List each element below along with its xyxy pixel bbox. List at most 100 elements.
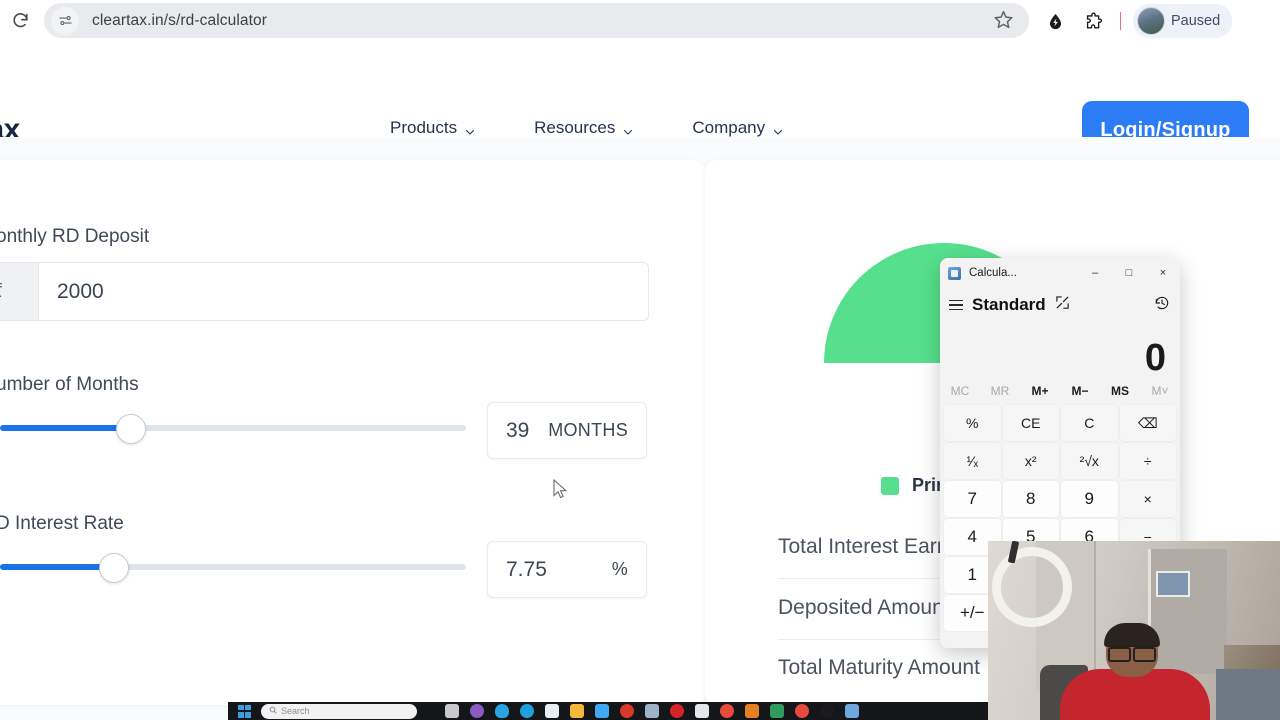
profile-status-label: Paused xyxy=(1171,13,1221,29)
site-header: tax Products Resources Company Lo xyxy=(0,41,1280,159)
windows-start-icon[interactable] xyxy=(238,704,251,718)
taskbar-notepad-icon[interactable] xyxy=(595,704,609,718)
memory-key-mdropdown[interactable]: M˅ xyxy=(1140,384,1180,398)
calculator-memory-row: MC MR M+ M− MS M˅ xyxy=(940,379,1180,403)
webcam-overlay xyxy=(988,541,1280,720)
taskbar-edge-icon[interactable] xyxy=(520,704,534,718)
slider-fill xyxy=(0,425,130,431)
key-8[interactable]: 8 xyxy=(1002,481,1059,517)
slider-thumb[interactable] xyxy=(99,553,129,583)
slider-thumb[interactable] xyxy=(116,414,146,444)
months-value-box[interactable]: 39 MONTHS xyxy=(487,402,647,459)
taskbar-app-icons xyxy=(445,704,859,718)
browser-action-icons: Paused xyxy=(1040,4,1233,38)
backspace-icon[interactable]: ⌫ xyxy=(1119,405,1176,441)
monthly-deposit-value: 2000 xyxy=(57,279,104,303)
taskbar-vlc-icon[interactable] xyxy=(745,704,759,718)
webcam-person-hair xyxy=(1104,623,1160,647)
url-text: cleartax.in/s/rd-calculator xyxy=(92,11,267,29)
key-7[interactable]: 7 xyxy=(944,481,1001,517)
result-label-deposited-amount: Deposited Amoun xyxy=(778,596,944,619)
maximize-button[interactable]: □ xyxy=(1112,258,1146,288)
star-icon[interactable] xyxy=(993,9,1017,33)
key-percent[interactable]: % xyxy=(944,405,1001,441)
calculator-title-bar[interactable]: Calcula... – □ × xyxy=(940,258,1180,288)
months-unit: MONTHS xyxy=(548,420,628,440)
taskbar-file-explorer-icon[interactable] xyxy=(570,704,584,718)
number-of-months-label: umber of Months xyxy=(0,374,139,395)
key-multiply[interactable]: × xyxy=(1119,481,1176,517)
chart-legend: Prin xyxy=(881,475,947,496)
reload-icon[interactable] xyxy=(5,6,35,36)
taskbar-onenote-icon[interactable] xyxy=(470,704,484,718)
nav-item-products[interactable]: Products xyxy=(390,118,475,138)
months-value: 39 xyxy=(506,418,530,442)
monthly-deposit-input[interactable]: ₹ 2000 xyxy=(0,262,649,321)
profile-chip[interactable]: Paused xyxy=(1133,4,1233,38)
rupee-symbol: ₹ xyxy=(0,263,39,320)
window-controls: – □ × xyxy=(1078,258,1180,288)
address-bar[interactable]: cleartax.in/s/rd-calculator xyxy=(44,3,1029,38)
memory-key-mplus[interactable]: M+ xyxy=(1020,384,1060,398)
taskbar-excel-icon[interactable] xyxy=(770,704,784,718)
result-label-total-interest: Total Interest Earn xyxy=(778,535,949,558)
nav-item-company[interactable]: Company xyxy=(692,118,783,138)
taskbar-calculator-icon[interactable] xyxy=(845,704,859,718)
minimize-button[interactable]: – xyxy=(1078,258,1112,288)
puzzle-extensions-icon[interactable] xyxy=(1078,6,1108,36)
memory-key-mc[interactable]: MC xyxy=(940,384,980,398)
mouse-cursor xyxy=(553,478,569,499)
taskbar-photos-icon[interactable] xyxy=(645,704,659,718)
chevron-down-icon xyxy=(622,123,633,135)
interest-rate-unit: % xyxy=(611,559,628,579)
windows-taskbar: Search xyxy=(228,702,998,720)
memory-key-ms[interactable]: MS xyxy=(1100,384,1140,398)
key-ce[interactable]: CE xyxy=(1002,405,1059,441)
key-square[interactable]: x² xyxy=(1002,443,1059,479)
key-sqrt[interactable]: ²√x xyxy=(1061,443,1118,479)
chevron-down-icon xyxy=(772,123,783,135)
result-label-total-maturity: Total Maturity Amount xyxy=(778,656,980,679)
browser-toolbar: cleartax.in/s/rd-calculator Paused xyxy=(0,0,1280,42)
site-settings-icon[interactable] xyxy=(51,6,79,35)
taskbar-chrome-canary-icon[interactable] xyxy=(795,704,809,718)
taskbar-search-placeholder: Search xyxy=(281,706,310,716)
taskbar-onedrive-icon[interactable] xyxy=(495,704,509,718)
nav-item-resources[interactable]: Resources xyxy=(534,118,633,138)
taskbar-mail-icon[interactable] xyxy=(445,704,459,718)
taskbar-word-icon[interactable] xyxy=(545,704,559,718)
taskbar-store-icon[interactable] xyxy=(695,704,709,718)
memory-key-mr[interactable]: MR xyxy=(980,384,1020,398)
calculator-icon xyxy=(948,266,961,280)
key-c[interactable]: C xyxy=(1061,405,1118,441)
key-9[interactable]: 9 xyxy=(1061,481,1118,517)
months-slider[interactable] xyxy=(0,414,470,444)
key-divide[interactable]: ÷ xyxy=(1119,443,1176,479)
key-reciprocal[interactable]: ¹⁄ₓ xyxy=(944,443,1001,479)
taskbar-chrome-icon[interactable] xyxy=(720,704,734,718)
webcam-ring-light xyxy=(992,547,1072,627)
webcam-person-glasses xyxy=(1108,645,1156,662)
slider-fill xyxy=(0,564,113,570)
droplet-icon[interactable] xyxy=(1040,6,1070,36)
taskbar-opera-icon[interactable] xyxy=(670,704,684,718)
interest-rate-slider[interactable] xyxy=(0,553,470,583)
taskbar-search-box[interactable]: Search xyxy=(261,703,417,719)
calculator-display: 0 xyxy=(940,322,1180,379)
hamburger-menu-icon[interactable] xyxy=(949,299,963,311)
calculator-window-title: Calcula... xyxy=(969,267,1017,279)
interest-rate-value: 7.75 xyxy=(506,557,547,581)
memory-key-mminus[interactable]: M− xyxy=(1060,384,1100,398)
keep-on-top-icon[interactable] xyxy=(1055,295,1070,315)
history-icon[interactable] xyxy=(1154,295,1170,316)
webcam-wall-picture xyxy=(1156,571,1190,597)
nav-label: Resources xyxy=(534,118,616,137)
taskbar-pdf-icon[interactable] xyxy=(620,704,634,718)
toolbar-divider xyxy=(1120,12,1121,30)
close-button[interactable]: × xyxy=(1146,258,1180,288)
calculator-display-value: 0 xyxy=(1144,337,1166,379)
rd-interest-rate-label: D Interest Rate xyxy=(0,513,124,534)
webcam-closet xyxy=(1148,549,1227,674)
taskbar-recorder-icon[interactable] xyxy=(820,704,834,718)
interest-rate-value-box[interactable]: 7.75 % xyxy=(487,541,647,598)
